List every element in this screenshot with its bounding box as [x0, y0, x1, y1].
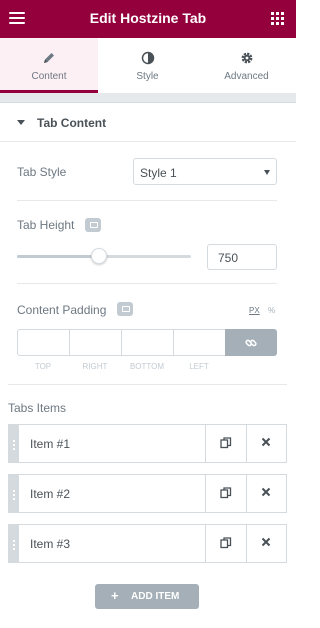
- panel-tabs: Content Style Advanced: [0, 38, 296, 92]
- repeater-item[interactable]: Item #2: [8, 474, 287, 513]
- repeater-item-title[interactable]: Item #3: [30, 537, 70, 551]
- tabs-items-label: Tabs Items: [8, 401, 67, 415]
- remove-button[interactable]: [246, 475, 286, 512]
- repeater-item-title[interactable]: Item #1: [30, 437, 70, 451]
- control-separator: [17, 200, 277, 201]
- repeater-item[interactable]: Item #1: [8, 424, 287, 463]
- padding-bottom-input[interactable]: [121, 329, 173, 356]
- duplicate-button[interactable]: [205, 475, 245, 512]
- dimension-label-bottom: BOTTOM: [129, 362, 165, 371]
- close-icon: [261, 437, 271, 447]
- unit-px[interactable]: PX: [249, 306, 260, 315]
- add-item-button[interactable]: + ADD ITEM: [95, 584, 199, 609]
- tab-style-select[interactable]: Style 1: [133, 158, 277, 185]
- padding-top-input[interactable]: [17, 329, 69, 356]
- dimension-label-right: RIGHT: [82, 362, 108, 371]
- drag-handle-icon[interactable]: [9, 425, 19, 462]
- tab-content[interactable]: Content: [0, 38, 98, 92]
- tab-style-label: Tab Style: [17, 165, 67, 179]
- control-separator: [17, 283, 277, 284]
- add-item-label: ADD ITEM: [131, 591, 180, 602]
- duplicate-icon: [220, 487, 232, 499]
- close-icon: [261, 487, 271, 497]
- remove-button[interactable]: [246, 525, 286, 562]
- responsive-desktop-icon[interactable]: [85, 218, 101, 232]
- link-icon: [245, 339, 257, 347]
- padding-left-input[interactable]: [173, 329, 225, 356]
- remove-button[interactable]: [246, 425, 286, 462]
- tab-height-slider-handle[interactable]: [90, 248, 107, 264]
- responsive-desktop-icon[interactable]: [117, 302, 133, 316]
- padding-dimension-labels: TOP RIGHT BOTTOM LEFT: [17, 362, 225, 371]
- duplicate-button[interactable]: [205, 425, 245, 462]
- section-divider: [0, 93, 296, 103]
- padding-right-input[interactable]: [69, 329, 121, 356]
- tab-style-label: Style: [136, 71, 159, 82]
- tab-content-label: Content: [31, 71, 67, 82]
- link-values-button[interactable]: [225, 329, 277, 356]
- half-circle-icon: [98, 51, 197, 65]
- tab-style-value: Style 1: [140, 166, 177, 180]
- dimension-label-top: TOP: [34, 362, 52, 371]
- tab-height-input[interactable]: 750: [207, 244, 277, 270]
- duplicate-icon: [220, 437, 232, 449]
- panel-title: Edit Hostzine Tab: [89, 10, 207, 26]
- gear-icon: [197, 51, 296, 65]
- pencil-icon: [0, 51, 98, 65]
- duplicate-icon: [220, 537, 232, 549]
- tab-advanced-label: Advanced: [224, 71, 269, 82]
- tab-height-label: Tab Height: [17, 218, 75, 232]
- panel-header: Edit Hostzine Tab: [0, 0, 296, 38]
- caret-down-icon: [17, 120, 25, 125]
- repeater-item[interactable]: Item #3: [8, 524, 287, 563]
- content-padding-label: Content Padding: [17, 303, 107, 317]
- dimension-label-left: LEFT: [189, 362, 209, 371]
- unit-percent[interactable]: %: [268, 306, 275, 315]
- section-title: Tab Content: [37, 116, 107, 130]
- tab-height-slider-fill: [17, 255, 99, 258]
- close-icon: [261, 537, 271, 547]
- padding-dimensions: [17, 329, 277, 356]
- repeater-item-title[interactable]: Item #2: [30, 487, 70, 501]
- drag-handle-icon[interactable]: [9, 525, 19, 562]
- tab-advanced[interactable]: Advanced: [197, 38, 296, 92]
- duplicate-button[interactable]: [205, 525, 245, 562]
- dropdown-arrow-icon: [264, 170, 270, 175]
- control-separator: [8, 384, 287, 385]
- grid-icon[interactable]: [271, 12, 284, 25]
- tab-style[interactable]: Style: [98, 38, 197, 92]
- plus-icon: +: [111, 588, 119, 603]
- section-tab-content[interactable]: Tab Content: [0, 104, 296, 142]
- drag-handle-icon[interactable]: [9, 475, 19, 512]
